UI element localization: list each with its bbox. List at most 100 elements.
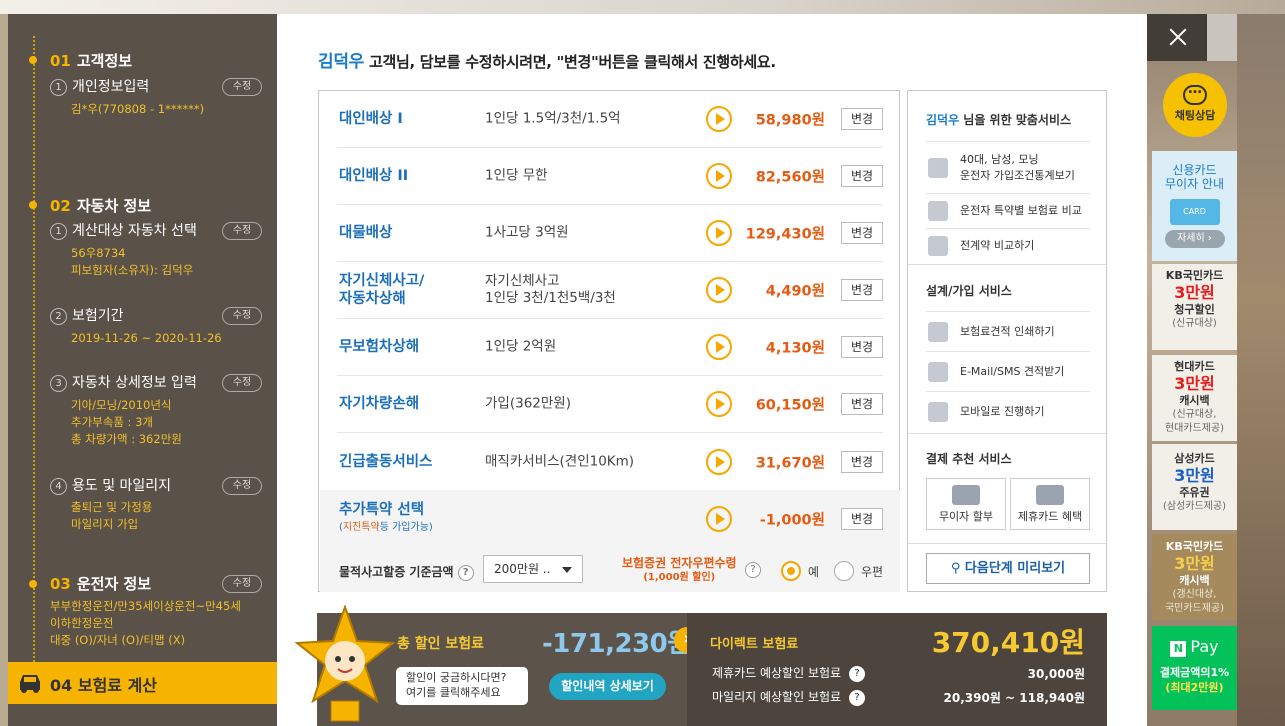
rider-compare-link[interactable]: 운전자 특약별 보험료 비교: [926, 193, 1090, 228]
star-mascot-icon: [295, 605, 395, 722]
mileage-discount-value: 20,390원 ~ 118,940원: [943, 691, 1085, 705]
change-button[interactable]: 변경: [841, 279, 883, 301]
close-icon[interactable]: [1147, 14, 1207, 61]
step-premium-calculation[interactable]: 04 보험료 계산: [8, 662, 277, 704]
change-button[interactable]: 변경: [841, 450, 883, 473]
progress-line: [33, 36, 35, 686]
edit-driver-button[interactable]: 수정: [222, 575, 262, 593]
gauge-icon: [928, 201, 948, 221]
play-icon[interactable]: [706, 505, 732, 532]
change-button[interactable]: 변경: [841, 393, 883, 415]
step-dot: [29, 580, 37, 588]
coverage-row: 대인배상 I 1인당 1.5억/3천/1.5억 58,980원 변경: [337, 91, 883, 148]
edit-car-detail-button[interactable]: 수정: [222, 374, 262, 392]
change-button[interactable]: 변경: [841, 507, 883, 530]
play-icon[interactable]: [706, 334, 732, 360]
property-threshold-label: 물적사고할증 기준금액?: [339, 563, 474, 581]
naver-pay-logo-icon: N: [1170, 641, 1187, 657]
design-service-title: 설계/가입 서비스: [926, 284, 1012, 298]
background-top: [0, 0, 1285, 14]
radio-mail-label: 우편: [861, 565, 884, 579]
service-panel: 김덕우 님을 위한 맞춤서비스 40대, 남성, 모닝 운전자 가입조건통계보기 …: [907, 90, 1107, 592]
coverage-price: 82,560원: [755, 169, 825, 186]
edit-vehicle-button[interactable]: 수정: [222, 222, 262, 240]
radio-yes[interactable]: [781, 561, 801, 581]
change-button[interactable]: 변경: [841, 222, 883, 244]
usage-item: 4 용도 및 마일리지: [50, 475, 171, 495]
promo-naver-pay[interactable]: N Pay 결제금액의1% (최대2만원): [1152, 626, 1237, 710]
coverage-title: 대물배상: [339, 225, 393, 241]
play-icon[interactable]: [706, 391, 732, 417]
edit-usage-button[interactable]: 수정: [222, 477, 262, 495]
coverage-desc: 1사고당 3억원: [485, 224, 569, 241]
coverage-title: 대인배상 II: [339, 168, 409, 184]
divider: [908, 433, 1106, 434]
change-button[interactable]: 변경: [841, 336, 883, 358]
coverage-desc: 자기신체사고 1인당 3천/1천5백/3천: [485, 273, 616, 306]
coverage-row: 대인배상 II 1인당 무한 82,560원 변경: [337, 148, 883, 205]
help-icon[interactable]: ?: [849, 665, 866, 682]
play-icon[interactable]: [706, 277, 732, 303]
previous-contract-link[interactable]: 전계약 비교하기: [926, 228, 1090, 263]
email-cert-label: 보험증권 전자우편수령 (1,000원 할인): [622, 556, 737, 584]
period-item: 2 보험기간: [50, 305, 124, 325]
chevron-down-icon: [562, 567, 572, 573]
edit-period-button[interactable]: 수정: [222, 307, 262, 325]
promo-credit-card[interactable]: 신용카드 무이자 안내 CARD 자세히 ›: [1152, 151, 1237, 261]
special-rider-title: 추가특약 선택 (지진특약등 가입가능): [339, 501, 433, 533]
help-icon[interactable]: ?: [849, 689, 866, 706]
coverage-desc: 가입(362만원): [485, 395, 571, 412]
card-icon: CARD: [1169, 199, 1220, 225]
mobile-icon: [928, 401, 948, 422]
direct-premium-value: 370,410원: [931, 626, 1085, 659]
play-icon[interactable]: [706, 220, 732, 246]
radio-mail[interactable]: [834, 561, 854, 581]
edit-personal-button[interactable]: 수정: [222, 78, 262, 96]
stats-link[interactable]: 40대, 남성, 모닝 운전자 가입조건통계보기: [926, 141, 1090, 193]
total-discount-value: -171,230원: [542, 629, 691, 659]
custom-service-title: 김덕우 님을 위한 맞춤서비스: [926, 113, 1072, 127]
progress-sidebar: 01 고객정보 1 개인정보입력 수정 김*우(770808 - 1******) …: [8, 14, 277, 726]
card-benefit-button[interactable]: 제휴카드 혜택: [1010, 478, 1090, 530]
details-button[interactable]: 자세히 ›: [1164, 230, 1225, 248]
printer-icon: [928, 321, 948, 342]
usage-detail: 출퇴근 및 가정용 마일리지 가입: [71, 500, 153, 531]
search-icon: ⚲: [950, 561, 965, 576]
step-driver-info: 03 운전자 정보: [50, 575, 152, 593]
divider: [908, 264, 1106, 265]
coverage-desc: 매직카서비스(견인10Km): [485, 453, 635, 469]
play-icon[interactable]: [706, 448, 732, 475]
period-detail: 2019-11-26 ~ 2020-11-26: [71, 331, 222, 345]
print-quote-link[interactable]: 보험료견적 인쇄하기: [926, 311, 1090, 351]
promo-hyundai-card[interactable]: 현대카드 3만원 캐시백 (신규대상, 현대카드제공): [1152, 355, 1237, 441]
mobile-continue-link[interactable]: 모바일로 진행하기: [926, 391, 1090, 431]
promo-samsung-card[interactable]: 삼성카드 3만원 주유권 (삼성카드제공): [1152, 444, 1237, 530]
document-icon: [928, 236, 948, 256]
page-title: 김덕우 고객님, 담보를 수정하시려면, "변경"버튼을 클릭해서 진행하세요.: [318, 52, 776, 72]
installment-button[interactable]: 무이자 할부: [926, 478, 1006, 530]
property-threshold-select[interactable]: 200만원 ..: [483, 555, 583, 583]
chat-consult-button[interactable]: 채팅상담: [1163, 73, 1227, 137]
help-icon[interactable]: ?: [745, 562, 761, 578]
coverage-desc: 1인당 무한: [485, 167, 548, 184]
coins-icon: [952, 485, 980, 505]
play-icon[interactable]: [706, 106, 732, 132]
person-icon: [928, 157, 948, 178]
coverage-title: 긴급출동서비스: [339, 453, 433, 470]
change-button[interactable]: 변경: [841, 108, 883, 130]
change-button[interactable]: 변경: [841, 165, 883, 187]
mail-icon: [928, 361, 948, 382]
play-icon[interactable]: [706, 163, 732, 189]
coverage-price: 58,980원: [755, 112, 825, 129]
coverage-row: 긴급출동서비스 매직카서비스(견인10Km) 31,670원 변경: [337, 433, 883, 490]
special-rider-price: -1,000원: [759, 512, 825, 528]
email-quote-link[interactable]: E-Mail/SMS 견적받기: [926, 351, 1090, 391]
card-discount-label: 제휴카드 예상할인 보험료?: [712, 664, 866, 682]
discount-detail-button[interactable]: 할인내역 상세보기: [549, 673, 666, 700]
help-icon[interactable]: ?: [457, 564, 474, 581]
promo-kb-card[interactable]: KB국민카드 3만원 청구할인 (신규대상): [1152, 264, 1237, 350]
background-right: [1237, 14, 1285, 726]
promo-kb-renew-card[interactable]: KB국민카드 3만원 캐시백 (갱신대상, 국민카드제공): [1152, 534, 1237, 620]
next-step-preview-button[interactable]: ⚲ 다음단계 미리보기: [926, 553, 1090, 584]
background-left: [0, 14, 8, 726]
